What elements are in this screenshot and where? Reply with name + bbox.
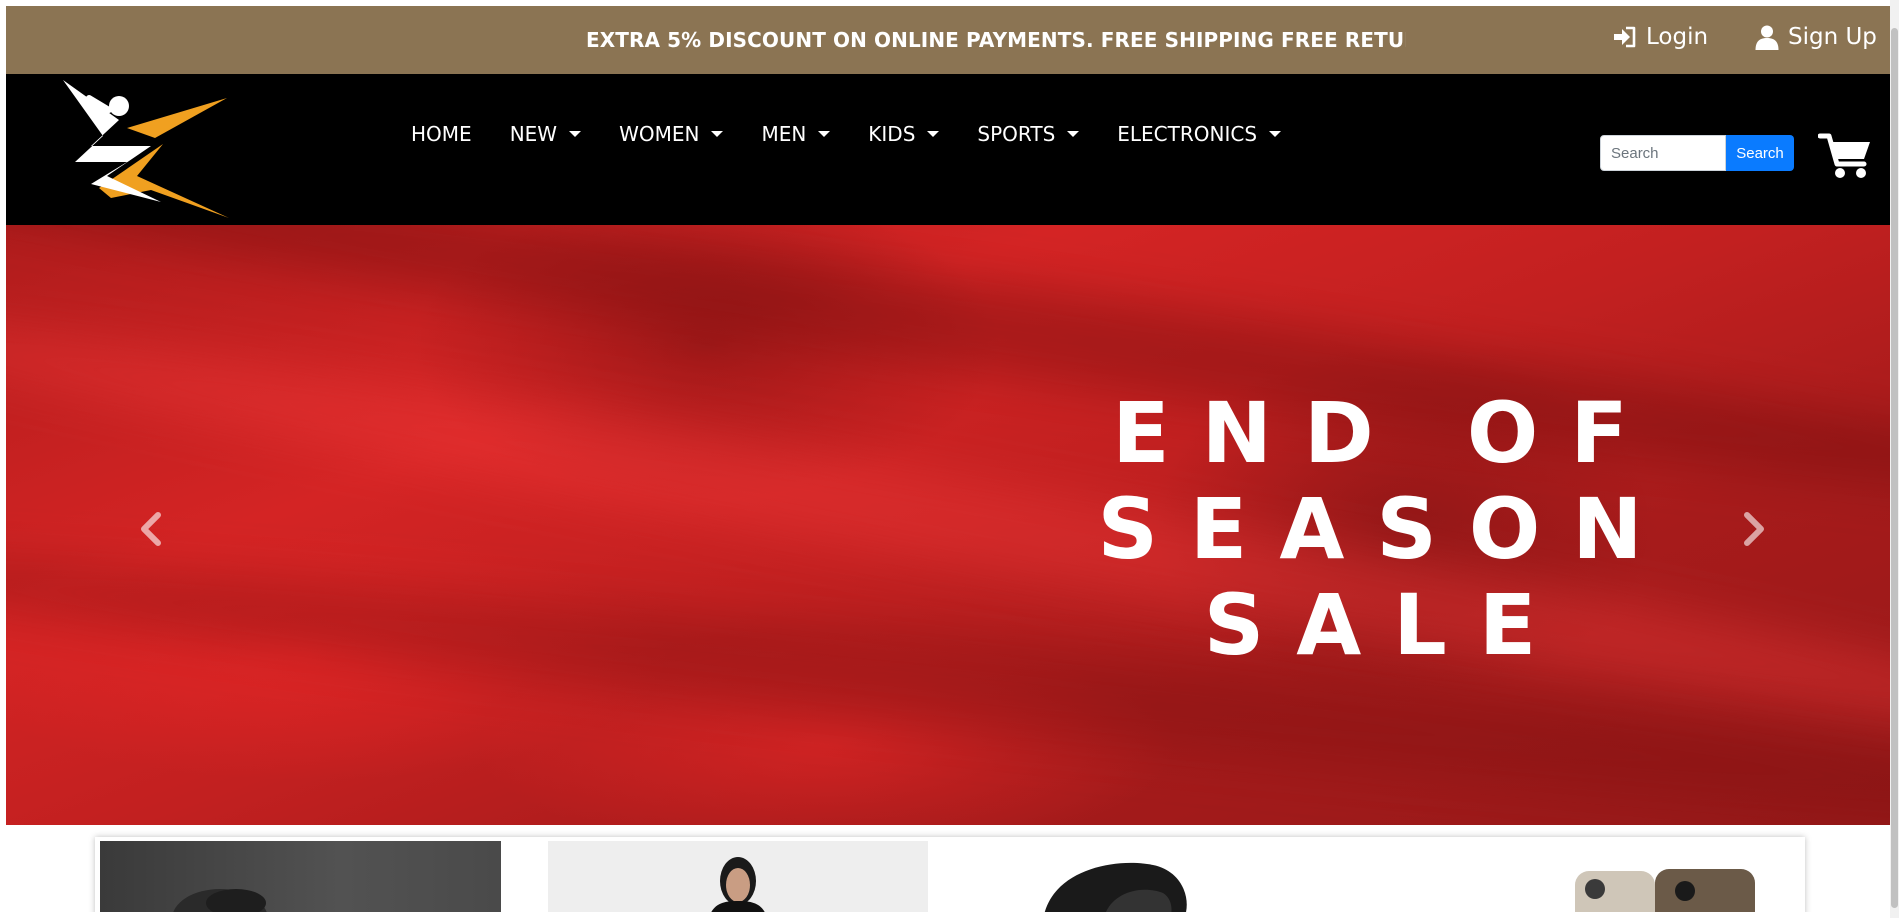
product-thumbnail[interactable] — [548, 841, 928, 912]
nav-home-label: HOME — [411, 122, 472, 146]
hero-line: SEASON — [1097, 480, 1675, 578]
product-strip — [95, 837, 1805, 912]
page-scrollbar[interactable] — [1890, 0, 1899, 918]
promo-bar: EXTRA 5% DISCOUNT ON ONLINE PAYMENTS. FR… — [6, 6, 1890, 74]
nav-women-label: WOMEN — [619, 122, 700, 146]
product-thumbnail[interactable] — [993, 841, 1373, 912]
search-input[interactable] — [1600, 135, 1726, 171]
hero-line: END OF — [1112, 384, 1660, 482]
nav-kids[interactable]: KIDS — [868, 122, 940, 146]
page: EXTRA 5% DISCOUNT ON ONLINE PAYMENTS. FR… — [6, 6, 1890, 912]
hero-line: SALE — [1203, 576, 1569, 674]
nav-home[interactable]: HOME — [411, 122, 472, 146]
hero-carousel: END OF SEASON SALE — [6, 225, 1890, 825]
hero-headline: END OF SEASON SALE — [1076, 385, 1696, 673]
nav-sports[interactable]: SPORTS — [977, 122, 1080, 146]
sign-in-icon — [1612, 24, 1638, 50]
nav-kids-label: KIDS — [868, 122, 916, 146]
caret-down-icon — [927, 131, 940, 137]
caret-down-icon — [818, 131, 831, 137]
promo-text: EXTRA 5% DISCOUNT ON ONLINE PAYMENTS. FR… — [586, 28, 1406, 52]
product-thumbnail[interactable] — [100, 841, 501, 912]
caret-down-icon — [569, 131, 582, 137]
chevron-right-icon[interactable] — [1739, 509, 1769, 549]
nav-new[interactable]: NEW — [509, 122, 582, 146]
login-label: Login — [1646, 24, 1709, 50]
search-button[interactable]: Search — [1726, 135, 1794, 171]
nav-men[interactable]: MEN — [761, 122, 831, 146]
nav-sports-label: SPORTS — [977, 122, 1056, 146]
search-form: Search — [1600, 135, 1794, 171]
caret-down-icon — [711, 131, 724, 137]
caret-down-icon — [1067, 131, 1080, 137]
nav-electronics[interactable]: ELECTRONICS — [1117, 122, 1282, 146]
login-link[interactable]: Login — [1612, 24, 1708, 50]
caret-down-icon — [1269, 131, 1282, 137]
product-thumbnail[interactable] — [1395, 841, 1795, 912]
signup-link[interactable]: Sign Up — [1754, 24, 1877, 50]
nav-electronics-label: ELECTRONICS — [1117, 122, 1258, 146]
nav-new-label: NEW — [509, 122, 558, 146]
brand-logo[interactable] — [51, 80, 236, 224]
user-icon — [1754, 24, 1780, 50]
signup-label: Sign Up — [1788, 24, 1877, 50]
nav-women[interactable]: WOMEN — [619, 122, 724, 146]
chevron-left-icon[interactable] — [136, 509, 166, 549]
nav-men-label: MEN — [761, 122, 807, 146]
scrollbar-thumb[interactable] — [1891, 28, 1898, 908]
shopping-cart-icon[interactable] — [1818, 132, 1872, 180]
main-navbar: HOME NEW WOMEN MEN KIDS SPORTS ELECTRONI… — [6, 74, 1890, 225]
